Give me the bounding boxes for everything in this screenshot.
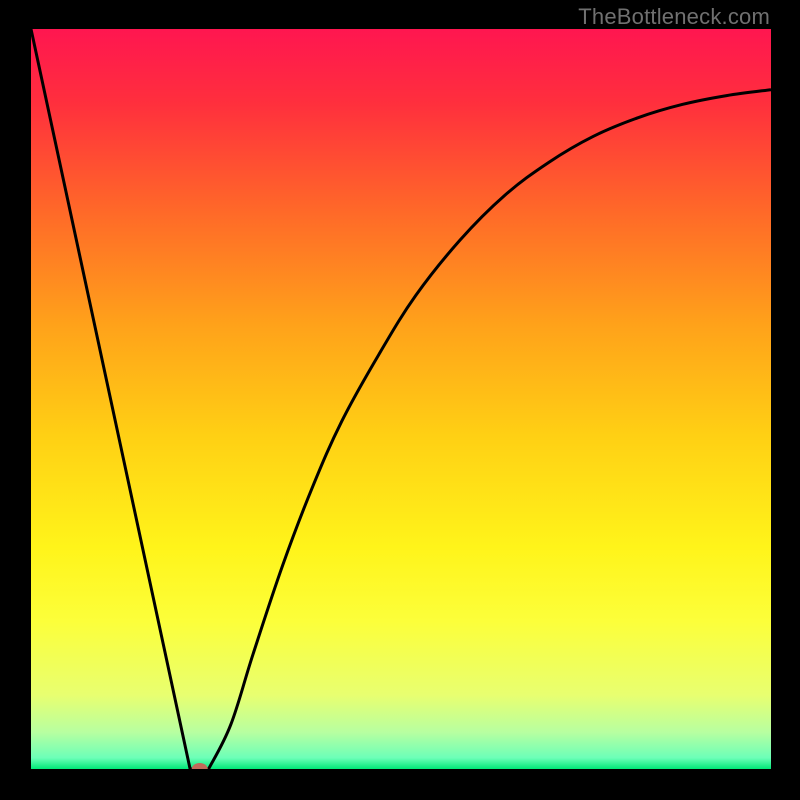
bottleneck-chart xyxy=(31,29,771,769)
watermark-text: TheBottleneck.com xyxy=(578,4,770,30)
chart-gradient-bg xyxy=(31,29,771,769)
chart-frame xyxy=(31,29,771,769)
